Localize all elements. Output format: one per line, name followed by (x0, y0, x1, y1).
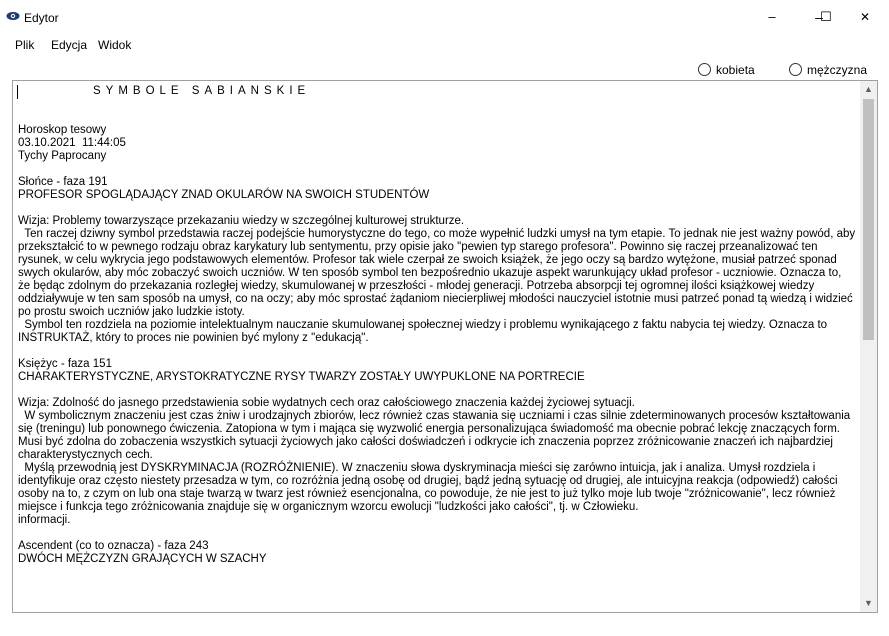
chevron-up-icon[interactable]: ▲ (860, 81, 877, 98)
meta-line-date: 03.10.2021 11:44:05 (18, 137, 126, 149)
section-body-sun: Wizja: Problemy towarzyszące przekazaniu… (18, 215, 856, 344)
maximize-button-visible[interactable]: ☐ (806, 0, 846, 34)
eye-icon (6, 12, 20, 20)
section-title-sun: PROFESOR SPOGLĄDAJĄCY ZNAD OKULARÓW NA S… (18, 189, 430, 201)
document-heading: SYMBOLE SABIAŃSKIE (93, 85, 311, 97)
chevron-down-icon[interactable]: ▼ (860, 595, 877, 612)
menu-plik[interactable]: Plik (15, 38, 34, 52)
text-editor[interactable]: SYMBOLE SABIAŃSKIE Horoskop tesowy 03.10.… (12, 80, 878, 613)
close-button[interactable]: ✕ (842, 0, 888, 34)
section-label-sun: Słońce - faza 191 (18, 176, 108, 188)
meta-line-title: Horoskop tesowy (18, 124, 107, 136)
radio-label-male: mężczyzna (807, 63, 868, 77)
vertical-scrollbar[interactable]: ▲ ▼ (860, 81, 877, 612)
radio-circle-male[interactable] (789, 63, 802, 76)
menu-bar (0, 34, 889, 56)
menu-edycja[interactable]: Edycja (51, 38, 87, 52)
section-title-ascendant: DWÓCH MĘŻCZYZN GRAJĄCYCH W SZACHY (18, 553, 267, 565)
section-label-moon: Księżyc - faza 151 (18, 358, 112, 370)
radio-male[interactable]: mężczyzna (789, 63, 867, 77)
editor-content[interactable]: SYMBOLE SABIAŃSKIE Horoskop tesowy 03.10.… (18, 85, 856, 608)
menu-widok[interactable]: Widok (98, 38, 131, 52)
radio-label-female: kobieta (716, 63, 755, 77)
window-title: Edytor (24, 11, 59, 25)
section-label-ascendant: Ascendent (co to oznacza) - faza 243 (18, 540, 209, 552)
meta-line-place: Tychy Paprocany (18, 150, 107, 162)
section-title-moon: CHARAKTERYSTYCZNE, ARYSTOKRATYCZNE RYSY … (18, 371, 585, 383)
radio-female[interactable]: kobieta (698, 63, 755, 77)
minimize-button-visible[interactable]: – (752, 0, 792, 34)
section-body-moon: Wizja: Zdolność do jasnego przedstawieni… (18, 397, 851, 526)
scrollbar-thumb[interactable] (863, 99, 874, 340)
radio-circle-female[interactable] (698, 63, 711, 76)
